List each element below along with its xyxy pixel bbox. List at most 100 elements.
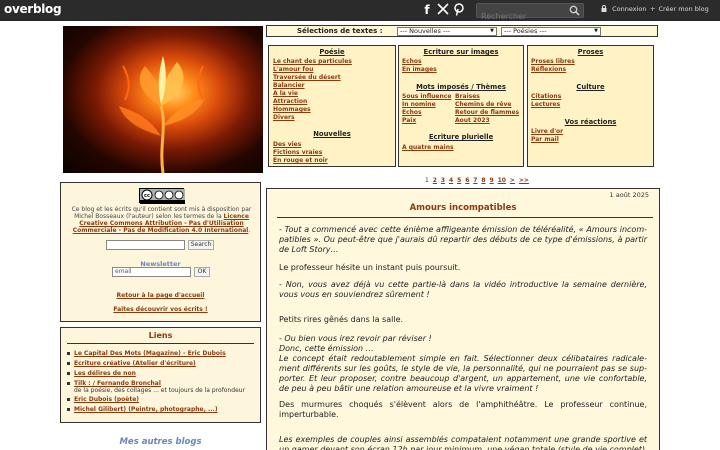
article-paragraph: Des murmures choqués s'élèvent alors de …: [279, 400, 647, 419]
pager-link[interactable]: 9: [490, 177, 494, 184]
search-icon[interactable]: [569, 5, 580, 16]
plus-icon: +: [650, 5, 656, 13]
article-paragraph: - Tout a commencé avec cette énième affl…: [279, 225, 647, 254]
poesies-select[interactable]: --- Poésies --- ▼: [501, 27, 601, 36]
menu-link[interactable]: Hommages: [273, 106, 311, 113]
menu-link[interactable]: En rouge et noir: [273, 157, 328, 164]
pager-link[interactable]: 10: [498, 177, 506, 184]
article-title[interactable]: Amours incompatibles: [267, 203, 659, 213]
menu-link[interactable]: Citations: [531, 93, 561, 100]
search-button[interactable]: Search: [188, 240, 214, 250]
site-search[interactable]: [476, 3, 584, 23]
pager-next[interactable]: >: [510, 177, 515, 184]
text-selection-bar: Sélections de textes : --- Nouvelles ---…: [266, 25, 658, 37]
bullet-icon: [67, 382, 70, 385]
overblog-logo[interactable]: overblog: [4, 2, 62, 16]
menu-link[interactable]: En images: [402, 66, 437, 73]
selection-label: Sélections de textes :: [297, 27, 383, 35]
newsletter-ok-button[interactable]: OK: [194, 267, 210, 277]
menu-title-poesie: Poésie: [319, 48, 345, 56]
menu-link[interactable]: Paix: [402, 117, 416, 124]
menu-link[interactable]: Des vies: [273, 141, 301, 148]
menu-link[interactable]: A quatre mains: [402, 144, 454, 151]
other-blogs-title: Mes autres blogs: [119, 437, 202, 447]
pinterest-icon[interactable]: [453, 3, 465, 17]
site-search-input[interactable]: [477, 10, 565, 23]
menu-title-mots-imposes: Mots imposés / Thèmes: [416, 83, 506, 91]
pager-link[interactable]: 6: [465, 177, 469, 184]
create-blog-link[interactable]: + Créer mon blog: [650, 5, 709, 13]
article-date: 1 août 2025: [609, 191, 649, 199]
menu-link[interactable]: Retour de flammes: [455, 109, 519, 116]
menu-link[interactable]: Aout 2023: [455, 117, 490, 124]
menu-link[interactable]: A la vie: [273, 90, 298, 97]
menu-link[interactable]: Proses libres: [531, 58, 575, 65]
bullet-icon: [67, 408, 70, 411]
menu-link[interactable]: In nomine: [402, 101, 436, 108]
menu-title-nouvelles: Nouvelles: [313, 130, 351, 138]
home-link[interactable]: Retour à la page d'accueil: [61, 292, 260, 299]
menu-title-culture: Culture: [576, 83, 605, 91]
pager-link[interactable]: 3: [441, 177, 445, 184]
facebook-icon[interactable]: f: [421, 3, 433, 17]
menu-link[interactable]: Le chant des particules: [273, 58, 352, 65]
header-fire-flower-image: [63, 26, 263, 173]
menu-title-proses: Proses: [577, 48, 604, 56]
license-panel: cc Ce blog et les écrits qu'il contient …: [60, 182, 261, 322]
article: 1 août 2025 Amours incompatibles - Tout …: [266, 188, 660, 450]
link-item: Michel Gilibert) (Peintre, photographe, …: [67, 406, 218, 413]
chevron-down-icon: ▼: [490, 28, 494, 34]
discover-link[interactable]: Faites découvrir vos écrits !: [61, 306, 260, 313]
divider: [277, 217, 653, 218]
article-paragraph: Donc, cette émission …: [279, 344, 374, 353]
menu-proses: Proses Proses libres Réflexions Culture …: [527, 45, 654, 167]
link-item: Ecriture créative (Atelier d'écriture): [67, 360, 196, 367]
menu-link[interactable]: Chemins de rêve: [455, 101, 511, 108]
menu-link[interactable]: L'amour fou: [273, 66, 313, 73]
links-panel: Liens Le Capital Des Mots (Magazine) - E…: [60, 327, 261, 423]
newsletter-email-input[interactable]: email: [112, 267, 191, 277]
menu-title-vos-reactions: Vos réactions: [564, 118, 617, 126]
pager-link[interactable]: 4: [449, 177, 453, 184]
pager-link[interactable]: 5: [457, 177, 461, 184]
article-paragraph: - Ou bien vous irez revoir par réviser !: [279, 334, 432, 343]
menu-poesie-nouvelles: Poésie Le chant des particules L'amour f…: [268, 45, 396, 167]
menu-link[interactable]: Echos: [402, 109, 422, 116]
link-item: Le Capital Des Mots (Magazine) - Eric Du…: [67, 350, 226, 357]
menu-link[interactable]: Sous influence: [402, 93, 451, 100]
article-paragraph: Le concept était redoutablement simple e…: [279, 354, 647, 393]
menu-link[interactable]: Echos: [402, 58, 422, 65]
menu-link[interactable]: Braises: [455, 93, 480, 100]
menu-link[interactable]: Réflexions: [531, 66, 566, 73]
pager-last[interactable]: >>: [519, 177, 529, 184]
top-bar: overblog f Connexion +Créer mon blog: [0, 0, 720, 23]
menu-link[interactable]: Par mail: [531, 136, 559, 143]
menu-link[interactable]: Fictions vraies: [273, 149, 322, 156]
connexion-link[interactable]: Connexion: [601, 5, 646, 13]
menu-link[interactable]: Lectures: [531, 101, 560, 108]
svg-text:cc: cc: [144, 193, 150, 199]
bullet-icon: [67, 372, 70, 375]
license-text: Ce blog et les écrits qu'il contient son…: [71, 206, 252, 234]
creative-commons-badge[interactable]: cc: [139, 188, 185, 204]
article-paragraph: Le professeur hésite un instant puis pou…: [279, 263, 461, 272]
blog-search-input[interactable]: [106, 240, 185, 250]
menu-link[interactable]: Attraction: [273, 98, 307, 105]
divider: [67, 343, 254, 344]
menu-title-ecriture-plurielle: Ecriture plurielle: [428, 133, 494, 141]
link-item: Les délires de non: [67, 370, 136, 377]
x-icon[interactable]: [437, 3, 449, 17]
menu-link[interactable]: Livre d'or: [531, 128, 563, 135]
pager-link[interactable]: 8: [481, 177, 485, 184]
menu-link[interactable]: Divers: [273, 114, 295, 121]
bullet-icon: [67, 362, 70, 365]
link-item: Tilk : / Fernando Bronchal de la poésie, …: [67, 380, 245, 394]
nouvelles-select[interactable]: --- Nouvelles --- ▼: [397, 27, 497, 36]
pager-link[interactable]: 7: [473, 177, 477, 184]
pager-link[interactable]: 2: [433, 177, 437, 184]
pager-current: 1: [425, 177, 429, 184]
lock-icon: [601, 5, 609, 13]
menu-link[interactable]: Balancier: [273, 82, 305, 89]
bullet-icon: [67, 398, 70, 401]
menu-link[interactable]: Traversée du désert: [273, 74, 341, 81]
